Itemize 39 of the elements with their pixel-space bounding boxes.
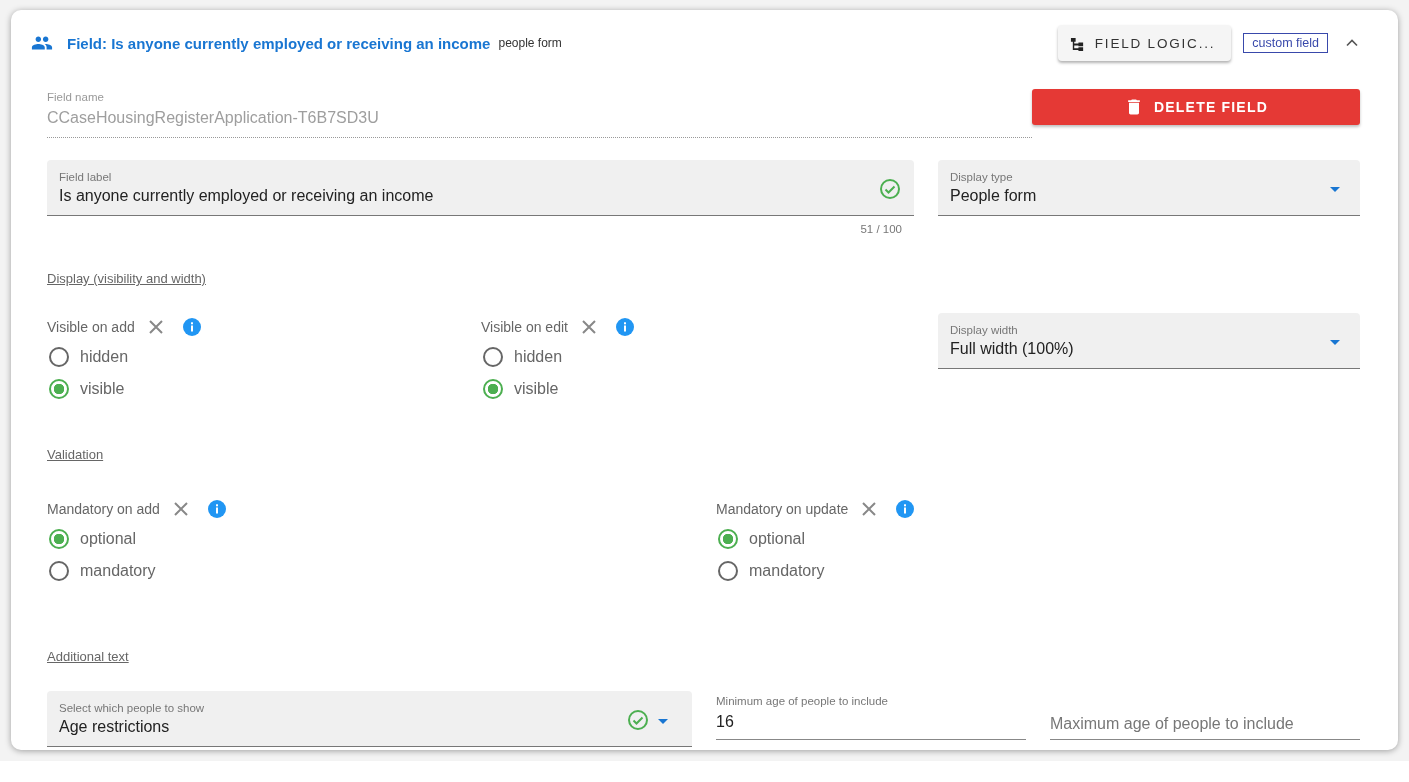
display-width-select[interactable]: Display width Full width (100%) [938,313,1360,369]
radio-option[interactable]: hidden [49,341,481,373]
tree-icon [1069,35,1085,51]
info-icon[interactable] [182,318,201,336]
delete-field-button[interactable]: DELETE FIELD [1032,89,1360,125]
radio-option[interactable]: visible [483,373,938,405]
display-type-select[interactable]: Display type People form [938,160,1360,216]
radio-option[interactable]: optional [718,523,1360,555]
radio-option[interactable]: optional [49,523,716,555]
caret-icon [1330,340,1340,345]
section-link[interactable]: Validation [47,447,104,462]
close-icon[interactable] [173,502,188,516]
character-counter: 51 / 100 [859,223,903,235]
radio-option[interactable]: visible [49,373,481,405]
info-icon[interactable] [896,500,915,518]
field-type-label: people form [498,36,562,50]
close-icon[interactable] [148,320,163,334]
field-logic-button[interactable]: FIELD LOGIC... [1057,25,1232,61]
section-link[interactable]: Additional text [47,649,129,664]
maximum-age-field[interactable]: Maximum age of people to include [1050,691,1360,740]
info-icon[interactable] [207,500,226,518]
group-label: Visible on edit [481,319,568,335]
close-icon[interactable] [581,320,596,334]
close-icon[interactable] [862,502,877,516]
custom-field-tag: custom field [1243,33,1328,53]
group-label: Mandatory on update [716,501,849,517]
people-select[interactable]: Select which people to show Age restrictions [47,691,692,747]
info-icon[interactable] [615,318,634,336]
minimum-age-field[interactable]: Minimum age of people to include 16 [716,691,1026,740]
field-title: Field: Is anyone currently employed or receiving an income [67,34,491,52]
caret-icon [658,719,668,724]
caret-icon [1330,187,1340,192]
group-label: Mandatory on add [47,501,160,517]
section-link[interactable]: Display (visibility and width) [47,271,206,286]
radio-option[interactable]: mandatory [718,555,1360,587]
radio-option[interactable]: hidden [483,341,938,373]
field-label-input[interactable]: Field label Is anyone currently employed or receiving an income [47,160,914,216]
radio-option[interactable]: mandatory [49,555,716,587]
group-label: Visible on add [47,319,135,335]
